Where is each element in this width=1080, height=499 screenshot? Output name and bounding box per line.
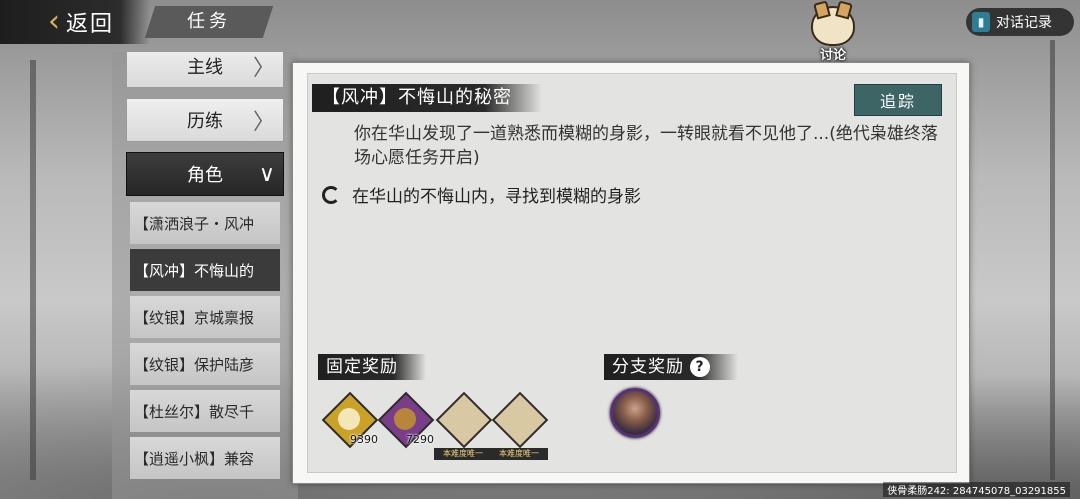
- dog-mascot-icon: [811, 6, 855, 46]
- dialog-log-label: 对话记录: [996, 15, 1052, 31]
- category-main[interactable]: 主线 〉: [126, 52, 284, 88]
- quest-label: 【杜丝尔】散尽千: [134, 402, 255, 421]
- quest-detail-content: 【风冲】不悔山的秘密 追踪 你在华山发现了一道熟悉而模糊的身影，一转眼就看不见他…: [307, 73, 957, 473]
- top-bar: ‹ 返回 任务 讨论 ▮ 对话记录: [0, 0, 1080, 63]
- quest-item[interactable]: 【纹银】保护陆彦: [130, 343, 280, 385]
- back-button[interactable]: ‹ 返回: [0, 0, 150, 44]
- quest-detail-panel: 【风冲】不悔山的秘密 追踪 你在华山发现了一道熟悉而模糊的身影，一转眼就看不见他…: [292, 62, 970, 484]
- chevron-left-icon: ‹: [48, 4, 60, 39]
- reward-copper-coin[interactable]: 7290: [377, 391, 435, 449]
- track-button[interactable]: 追踪: [854, 84, 942, 116]
- objective-text: 在华山的不悔山内，寻找到模糊的身影: [352, 187, 641, 207]
- page-title-tab: 任务: [144, 6, 274, 38]
- reward-gold-coin[interactable]: 9390: [321, 391, 379, 449]
- bamboo-decoration: [1050, 40, 1055, 480]
- quest-item-selected[interactable]: 【风冲】不悔山的: [130, 249, 280, 291]
- chevron-right-icon: 〉: [252, 110, 275, 135]
- quest-label: 【潇洒浪子・风冲: [134, 214, 255, 233]
- quest-item[interactable]: 【逍遥小枫】兼容: [130, 437, 280, 479]
- quest-sidebar[interactable]: 主线 〉 历练 〉 角色 ∨ 【潇洒浪子・风冲 【风冲】不悔山的 【纹银】京城禀…: [112, 52, 298, 499]
- reward-inner-skill-scroll[interactable]: 本难度唯一: [434, 391, 493, 460]
- quest-label: 【逍遥小枫】兼容: [134, 449, 255, 468]
- fixed-rewards-label: 固定奖励: [326, 357, 398, 377]
- category-label: 历练: [187, 111, 223, 132]
- quest-label: 【风冲】不悔山的: [134, 261, 255, 280]
- help-icon[interactable]: ?: [690, 357, 710, 377]
- discuss-label: 讨论: [819, 48, 846, 63]
- unique-tag: 本难度唯一: [434, 448, 492, 460]
- category-label: 主线: [187, 57, 223, 78]
- quest-description: 你在华山发现了一道熟悉而模糊的身影，一转眼就看不见他了...(绝代枭雄终落场心愿…: [354, 124, 938, 168]
- inner-skill-scroll-icon: [435, 391, 493, 449]
- book-icon: ▮: [972, 12, 990, 32]
- category-training[interactable]: 历练 〉: [126, 98, 284, 142]
- quest-objective: 在华山的不悔山内，寻找到模糊的身影: [322, 182, 641, 207]
- discuss-button[interactable]: 讨论: [808, 6, 858, 63]
- fixed-rewards-header: 固定奖励: [318, 354, 426, 380]
- reward-count: 9390: [350, 433, 378, 446]
- bamboo-decoration: [30, 60, 36, 480]
- quest-title: 【风冲】不悔山的秘密: [312, 84, 542, 112]
- branch-rewards-header: 分支奖励?: [604, 354, 738, 380]
- watermark: 侠骨柔肠242: 284745078_03291855: [883, 482, 1070, 497]
- quest-label: 【纹银】保护陆彦: [134, 355, 255, 374]
- category-character[interactable]: 角色 ∨: [126, 152, 284, 196]
- quest-label: 【纹银】京城禀报: [134, 308, 255, 327]
- progress-ring-icon: [322, 185, 340, 204]
- reward-count: 7290: [406, 433, 434, 446]
- quest-item[interactable]: 【纹银】京城禀报: [130, 296, 280, 338]
- quest-item[interactable]: 【潇洒浪子・风冲: [130, 202, 280, 244]
- back-label: 返回: [66, 12, 115, 37]
- chevron-down-icon: ∨: [258, 161, 275, 187]
- martial-skill-scroll-icon: [491, 391, 549, 449]
- page-title: 任务: [187, 11, 231, 32]
- unique-tag: 本难度唯一: [490, 448, 548, 460]
- branch-rewards-label: 分支奖励: [612, 357, 684, 377]
- branch-reward-character-avatar[interactable]: [610, 388, 660, 438]
- dialog-log-button[interactable]: ▮ 对话记录: [966, 8, 1074, 36]
- quest-item[interactable]: 【杜丝尔】散尽千: [130, 390, 280, 432]
- category-label: 角色: [187, 165, 223, 186]
- chevron-right-icon: 〉: [252, 56, 275, 81]
- coin-face: [338, 408, 360, 430]
- reward-martial-skill-scroll[interactable]: 本难度唯一: [490, 391, 549, 460]
- coin-face: [394, 408, 416, 430]
